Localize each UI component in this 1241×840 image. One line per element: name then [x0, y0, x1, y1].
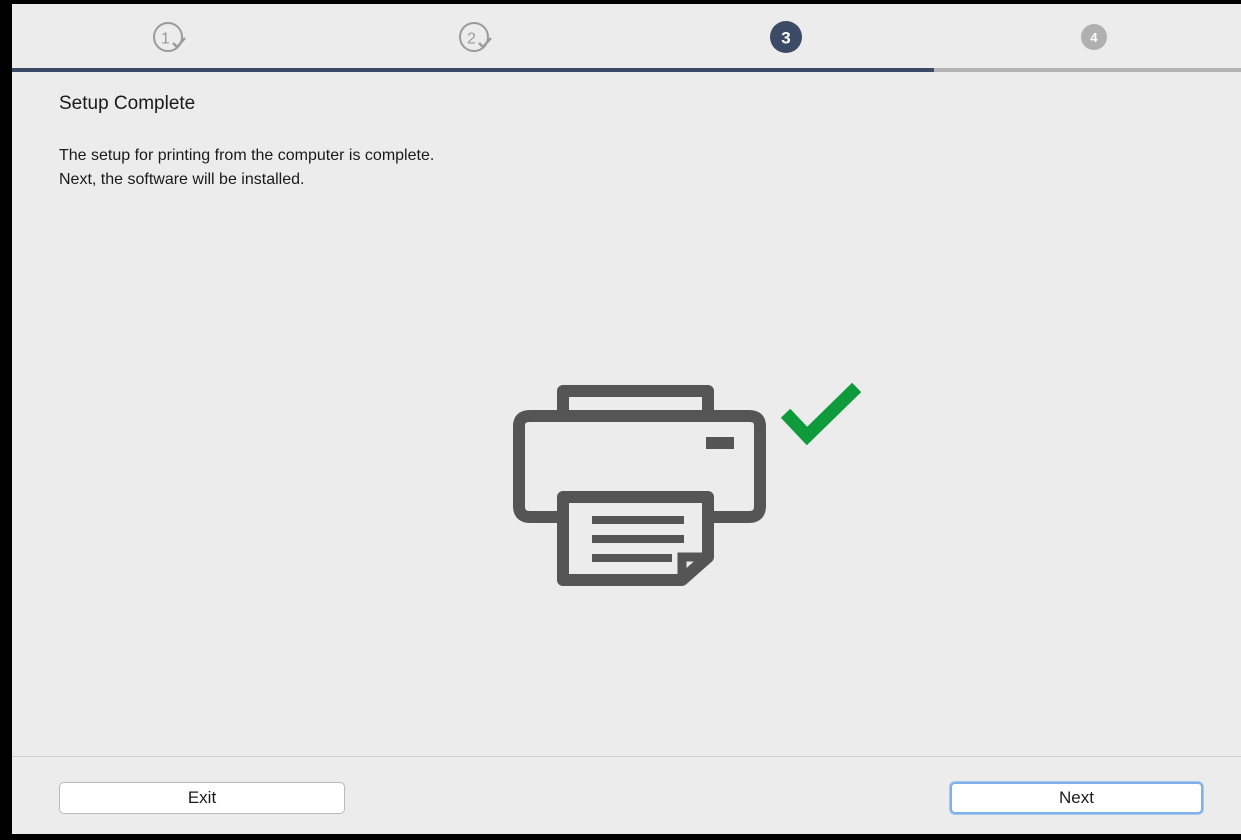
step-2-completed-icon: 2 [457, 19, 493, 55]
progress-bar [12, 68, 1241, 72]
description: The setup for printing from the computer… [59, 144, 434, 192]
description-line-1: The setup for printing from the computer… [59, 147, 435, 164]
step-2-number: 2 [467, 31, 476, 48]
printer-icon [513, 385, 766, 586]
page-title: Setup Complete [59, 93, 196, 114]
checkmark-icon [780, 382, 862, 446]
setup-complete-illustration [502, 380, 862, 590]
step-3-current-icon: 3 [768, 19, 804, 55]
step-1-number: 1 [161, 31, 170, 48]
progress-bar-fill [12, 68, 934, 72]
description-line-2: Next, the software will be installed. [59, 171, 305, 188]
setup-window: 1 2 3 4 Setup Complete The setup for pri… [12, 4, 1241, 834]
step-indicator: 1 2 3 4 [12, 4, 1241, 72]
exit-button[interactable]: Exit [59, 782, 345, 814]
next-button[interactable]: Next [950, 782, 1203, 814]
footer-divider [12, 756, 1241, 757]
printer-status-light [706, 437, 734, 449]
step-4-number: 4 [1090, 30, 1098, 45]
step-4-upcoming-icon: 4 [1076, 19, 1112, 55]
step-3-number: 3 [781, 29, 790, 48]
step-1-completed-icon: 1 [151, 19, 187, 55]
